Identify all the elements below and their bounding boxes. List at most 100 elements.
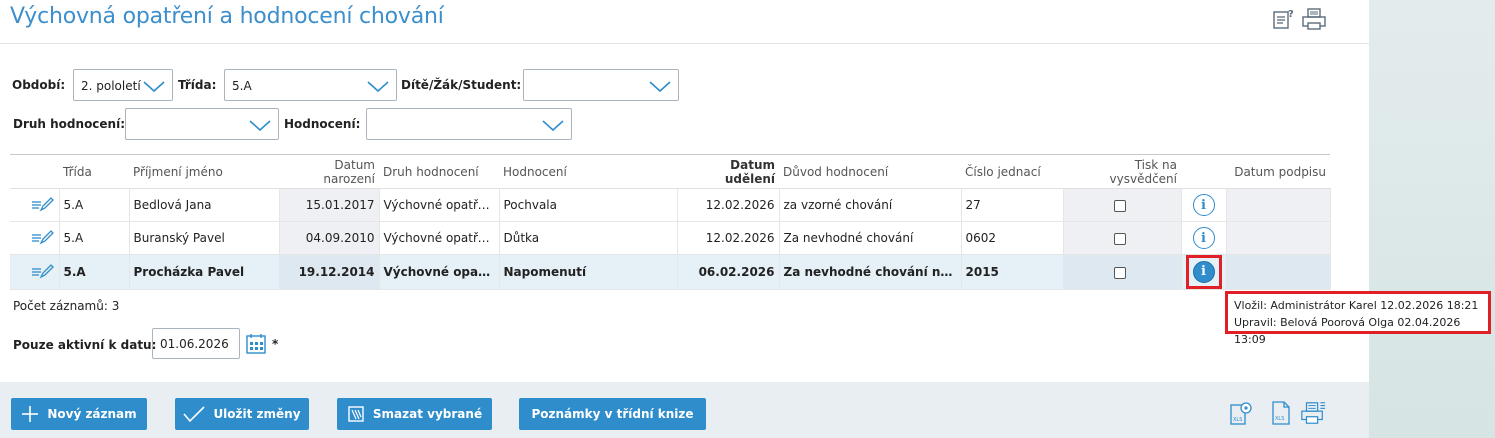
edit-pencil-icon[interactable] [31, 229, 55, 245]
print-icon[interactable] [1301, 6, 1327, 32]
right-background-strip [1369, 0, 1495, 438]
cell-narozeni: 04.09.2010 [279, 221, 380, 255]
table-row[interactable]: 5.A Bedlová Jana 15.01.2017 Výchovné opa… [10, 188, 1331, 222]
col-cislo[interactable]: Číslo jednací [961, 154, 1063, 189]
cell-podpis [1226, 221, 1331, 255]
xls-export-icon[interactable]: XLS [1268, 400, 1294, 426]
save-changes-label: Uložit změny [213, 407, 301, 421]
print-export-icon[interactable] [1300, 400, 1326, 426]
table-row[interactable]: 5.A Buranský Pavel 04.09.2010 Výchovné o… [10, 221, 1331, 255]
cell-trida: 5.A [59, 221, 130, 255]
edit-cell[interactable] [10, 221, 60, 255]
cell-trida: 5.A [59, 254, 130, 290]
info-icon[interactable]: i [1192, 261, 1215, 283]
info-icon[interactable]: i [1192, 194, 1215, 216]
chevron-down-icon [143, 81, 165, 93]
cell-druh: Výchovné opatření [379, 188, 500, 222]
cell-narozeni: 19.12.2014 [279, 254, 380, 290]
cell-tisk [1063, 221, 1182, 255]
cell-podpis [1226, 188, 1331, 222]
xls-settings-icon[interactable]: XLS [1228, 400, 1254, 426]
col-duvod[interactable]: Důvod hodnocení [779, 154, 961, 189]
cell-cislo: 2015 [961, 254, 1064, 290]
cell-duvod: Za nevhodné chování [779, 221, 962, 255]
cell-info: i [1181, 221, 1227, 255]
title-divider [0, 43, 1369, 44]
cell-hodnoceni: Důtka [499, 221, 678, 255]
dite-select[interactable] [523, 69, 679, 101]
cell-duvod: za vzorné chování [779, 188, 962, 222]
obdobi-label: Období: [12, 78, 66, 92]
col-jmeno[interactable]: Příjmení jméno [129, 154, 279, 189]
svg-text:?: ? [1288, 9, 1294, 20]
edit-pencil-icon[interactable] [31, 196, 55, 212]
required-mark: * [272, 337, 279, 351]
cell-cislo: 0602 [961, 221, 1064, 255]
cell-jmeno: Procházka Pavel [129, 254, 280, 290]
delete-selected-button[interactable]: Smazat vybrané [337, 398, 492, 430]
edit-cell[interactable] [10, 188, 60, 222]
main-panel: Výchovná opatření a hodnocení chování ? … [0, 0, 1369, 438]
class-book-notes-button[interactable]: Poznámky v třídní knize [519, 398, 706, 430]
save-changes-button[interactable]: Uložit změny [175, 398, 309, 430]
col-udeleni[interactable]: Datum udělení [677, 154, 779, 189]
cell-tisk [1063, 188, 1182, 222]
tisk-checkbox[interactable] [1113, 232, 1126, 245]
cell-duvod: Za nevhodné chování na výl... [779, 254, 962, 290]
hodnoceni-select[interactable] [366, 108, 572, 140]
table-row-selected[interactable]: 5.A Procházka Pavel 19.12.2014 Výchovné … [10, 254, 1331, 290]
tooltip-modified: Upravil: Belová Poorová Olga 02.04.2026 … [1234, 316, 1461, 346]
cell-jmeno: Bedlová Jana [129, 188, 280, 222]
col-trida[interactable]: Třída [59, 154, 129, 189]
cell-druh: Výchovné opatření [379, 221, 500, 255]
col-info [1181, 154, 1226, 189]
tisk-checkbox[interactable] [1113, 199, 1126, 212]
edit-cell[interactable] [10, 254, 60, 290]
obdobi-select[interactable]: 2. pololetí [73, 69, 173, 101]
info-tooltip: Vložil: Administrátor Karel 12.02.2026 1… [1225, 291, 1491, 346]
info-icon[interactable]: i [1192, 227, 1215, 249]
edit-pencil-icon[interactable] [31, 263, 55, 279]
delete-icon [348, 406, 364, 422]
cell-tisk [1063, 254, 1182, 290]
table-header: Třída Příjmení jméno Datum narození Druh… [10, 154, 1330, 189]
active-date-input[interactable]: 01.06.2026 [152, 328, 240, 359]
calendar-icon[interactable] [246, 333, 266, 355]
help-icon[interactable]: ? [1270, 6, 1296, 32]
trida-select[interactable]: 5.A [224, 69, 397, 101]
class-book-notes-label: Poznámky v třídní knize [531, 407, 694, 421]
new-record-button[interactable]: Nový záznam [11, 398, 147, 430]
new-record-label: Nový záznam [47, 407, 137, 421]
cell-podpis [1226, 254, 1331, 290]
tisk-checkbox[interactable] [1113, 266, 1126, 279]
trida-label: Třída: [178, 78, 217, 92]
active-date-label: Pouze aktivní k datu: [13, 338, 157, 352]
col-narozeni[interactable]: Datum narození [279, 154, 379, 189]
cell-druh: Výchovné opatření [379, 254, 500, 290]
druh-label: Druh hodnocení: [13, 117, 126, 131]
delete-selected-label: Smazat vybrané [372, 407, 483, 421]
col-druh[interactable]: Druh hodnocení [379, 154, 499, 189]
checkmark-icon [183, 406, 206, 423]
cell-jmeno: Buranský Pavel [129, 221, 280, 255]
cell-info: i [1181, 254, 1227, 290]
cell-info: i [1181, 188, 1227, 222]
trida-value: 5.A [232, 79, 252, 93]
active-date-value: 01.06.2026 [160, 337, 229, 351]
col-hodnoceni[interactable]: Hodnocení [499, 154, 677, 189]
dite-label: Dítě/Žák/Student: [401, 78, 522, 92]
cell-udeleni: 06.02.2026 [677, 254, 780, 290]
col-edit [10, 154, 59, 189]
svg-text:XLS: XLS [1233, 417, 1242, 423]
col-podpis[interactable]: Datum podpisu [1226, 154, 1330, 189]
chevron-down-icon [542, 120, 564, 132]
chevron-down-icon [367, 81, 389, 93]
cell-hodnoceni: Napomenutí [499, 254, 678, 290]
chevron-down-icon [249, 120, 271, 132]
cell-narozeni: 15.01.2017 [279, 188, 380, 222]
record-count: Počet záznamů: 3 [13, 299, 120, 313]
druh-select[interactable] [125, 108, 279, 140]
svg-text:XLS: XLS [1275, 416, 1284, 422]
obdobi-value: 2. pololetí [81, 79, 141, 93]
col-tisk[interactable]: Tisk na vysvědčení [1063, 154, 1181, 189]
